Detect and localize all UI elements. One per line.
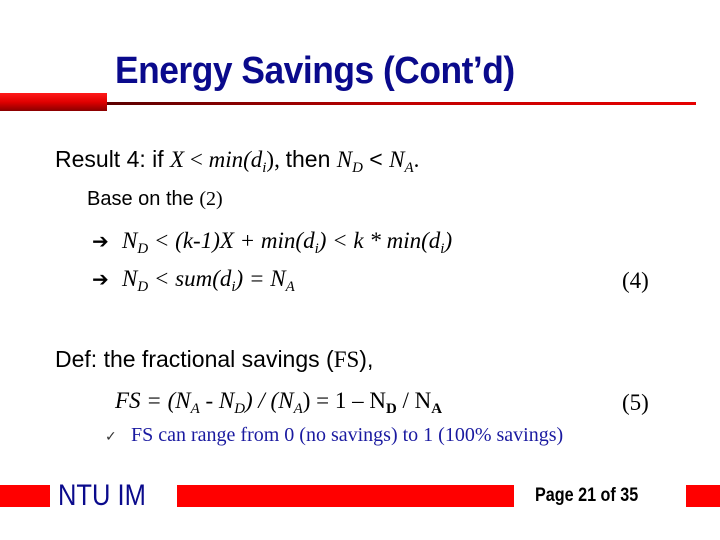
- expr: ) = 1 – N: [302, 388, 386, 413]
- var-x: X: [170, 147, 185, 172]
- note-text: FS can range from 0 (no savings) to 1 (1…: [131, 424, 564, 446]
- then-word: then: [285, 146, 337, 172]
- expr: < sum(d: [148, 266, 232, 291]
- sub-d: D: [352, 160, 363, 177]
- right-arrow-icon: ➔: [92, 229, 109, 253]
- expr: FS = (N: [115, 388, 191, 413]
- base-text: Base on the: [87, 188, 200, 210]
- sub: A: [190, 401, 200, 418]
- result-prefix: Result 4: if: [55, 146, 171, 172]
- sub: A: [431, 401, 443, 418]
- slide-title: Energy Savings (Cont’d): [115, 50, 515, 92]
- result-statement: Result 4: if X < min(di), then ND < NA.: [55, 146, 420, 177]
- equation-ref: (2): [199, 188, 223, 210]
- definition-line: Def: the fractional savings (FS),: [55, 346, 373, 373]
- derivation-line-2: ➔ ND < sum(di) = NA: [92, 266, 295, 296]
- lt-sign: <: [184, 147, 209, 172]
- sub: D: [137, 279, 149, 296]
- equation-number-5: (5): [622, 390, 649, 415]
- sub: D: [385, 401, 397, 418]
- right-arrow-icon: ➔: [92, 267, 109, 291]
- sub: D: [137, 241, 149, 258]
- base-line: Base on the (2): [87, 188, 223, 211]
- var-nd: N: [336, 147, 353, 172]
- sub-a: A: [404, 160, 414, 177]
- footer-org: NTU IM: [58, 479, 146, 512]
- expr: < (k-1)X + min(d: [148, 228, 315, 253]
- sub: D: [234, 401, 245, 418]
- def-suffix: ),: [359, 346, 374, 372]
- footer-bar-right: [686, 485, 720, 507]
- close-paren: ),: [266, 147, 286, 172]
- expr: - N: [199, 388, 235, 413]
- title-accent-block: [0, 93, 107, 111]
- footer-bar-middle: [177, 485, 514, 507]
- derivation-line-1: ➔ ND < (k-1)X + min(di) < k * min(di): [92, 228, 453, 258]
- expr: / N: [396, 388, 432, 413]
- expr: ): [444, 228, 453, 253]
- fs-formula: FS = (NA - ND) / (NA) = 1 – ND / NA: [115, 388, 443, 418]
- footer-bar-left: [0, 485, 50, 507]
- page-indicator: Page 21 of 35: [535, 485, 639, 506]
- checkmark-icon: ✓: [105, 429, 117, 445]
- equation-number-4: (4): [622, 268, 649, 293]
- sub: A: [285, 279, 295, 296]
- var-na: N: [389, 147, 405, 172]
- lt-sign: <: [362, 146, 390, 172]
- var-n: N: [122, 228, 138, 253]
- sub: A: [293, 401, 303, 418]
- min-fn: min(d: [208, 147, 263, 172]
- expr: ) / (N: [245, 388, 294, 413]
- expr: ) < k * min(d: [318, 228, 441, 253]
- title-underline: [107, 102, 696, 105]
- period: .: [413, 147, 420, 172]
- fs-abbr: FS: [333, 347, 360, 372]
- note-bullet: ✓ FS can range from 0 (no savings) to 1 (…: [105, 424, 563, 447]
- expr: ) = N: [235, 266, 286, 291]
- var-n: N: [122, 266, 138, 291]
- def-prefix: Def: the fractional savings (: [55, 346, 334, 372]
